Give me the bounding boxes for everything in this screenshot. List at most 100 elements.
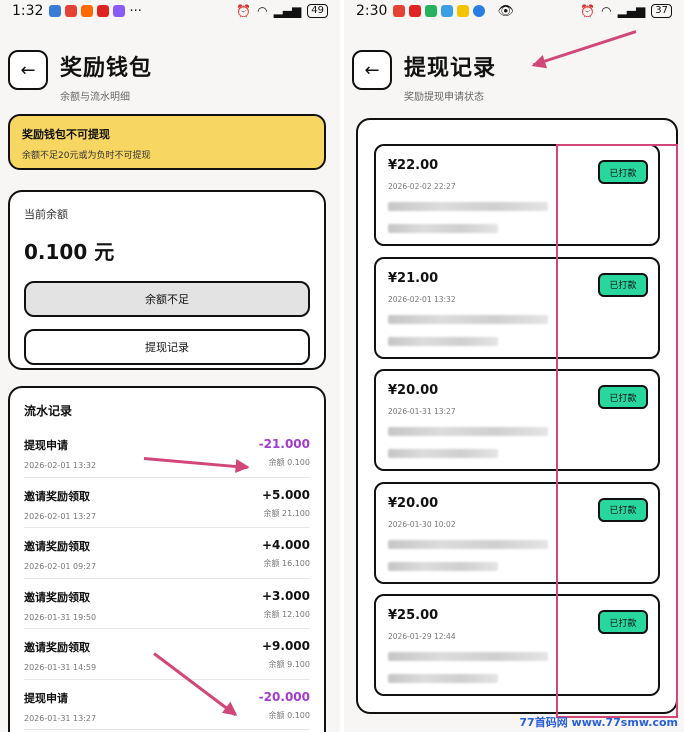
app-notification-icon (457, 5, 470, 17)
notification-icons: 👁 (393, 4, 514, 19)
transaction-name: 邀请奖励领取 (24, 489, 90, 503)
page-title: 奖励钱包 (60, 56, 153, 81)
page-subtitle: 奖励提现申请状态 (404, 92, 484, 103)
transaction-date: 2026-01-31 13:27 (24, 713, 97, 723)
transaction-date: 2026-02-01 13:32 (24, 461, 97, 470)
transaction-date: 2026-02-01 13:27 (24, 511, 97, 521)
transaction-amount: +4.000 (261, 538, 310, 552)
app-notification-icon (113, 5, 126, 17)
transaction-row: 邀请奖励领取 2026-02-01 13:27 +5.000 余额 21.100 (24, 478, 310, 528)
signal-icon: ▂▄▆ (617, 4, 646, 18)
record-date: 2026-01-31 13:27 (388, 407, 456, 416)
record-date: 2026-02-02 22:27 (388, 182, 456, 191)
transaction-date: 2026-02-01 09:27 (24, 562, 97, 571)
transaction-balance: 余额 12.100 (263, 609, 310, 619)
system-status: ⏰ ◠ ▂▄▆ 37 (580, 4, 672, 18)
record-date: 2026-01-30 10:02 (388, 519, 456, 529)
signal-icon: ▂▄▆ (273, 4, 302, 18)
back-button[interactable]: ← (8, 50, 48, 90)
alarm-icon: ⏰ (236, 4, 252, 18)
status-bar: 1:32 ··· ⏰ ◠ ▂▄▆ 49 (0, 0, 340, 22)
app-notification-icon (97, 5, 110, 17)
withdraw-records-button[interactable]: 提现记录 (24, 329, 310, 365)
record-amount: ¥20.00 (388, 383, 439, 398)
transaction-row: 提现申请 2026-01-31 13:27 -20.000 余额 0.100 (24, 680, 310, 730)
transaction-amount: -21.000 (258, 437, 310, 451)
back-button[interactable]: ← (352, 50, 392, 90)
insufficient-balance-button[interactable]: 余额不足 (24, 281, 310, 317)
warning-title: 奖励钱包不可提现 (22, 128, 110, 141)
record-amount: ¥22.00 (388, 158, 439, 173)
battery-icon: 37 (651, 4, 672, 18)
transaction-name: 邀请奖励领取 (24, 641, 90, 654)
arrow-left-icon: ← (20, 59, 36, 81)
app-notification-icon (473, 5, 486, 17)
record-amount: ¥21.00 (388, 270, 439, 286)
transaction-row: 邀请奖励领取 2026-02-01 09:27 +4.000 余额 16.100 (24, 528, 310, 579)
redacted-info (388, 202, 548, 211)
app-notification-icon (49, 5, 62, 17)
system-status: ⏰ ◠ ▂▄▆ 49 (236, 4, 328, 18)
redacted-info (388, 314, 548, 324)
battery-icon: 49 (307, 4, 328, 18)
transaction-amount: +3.000 (261, 588, 310, 603)
app-notification-icon (393, 5, 406, 17)
redacted-info (388, 561, 498, 571)
wifi-icon: ◠ (601, 4, 612, 18)
transaction-name: 邀请奖励领取 (24, 540, 90, 553)
redacted-info (388, 336, 498, 346)
withdraw-warning-banner: 奖励钱包不可提现 余额不足20元或为负时不可提现 (8, 114, 326, 170)
transaction-list-title: 流水记录 (24, 404, 73, 418)
status-time: 1:32 (12, 3, 44, 19)
transaction-date: 2026-01-31 19:50 (24, 612, 97, 622)
site-watermark: 77首码网 www.77smw.com (519, 716, 678, 729)
arrow-left-icon: ← (364, 59, 380, 81)
transaction-amount: +5.000 (261, 487, 310, 502)
record-date: 2026-02-01 13:32 (388, 294, 456, 304)
transaction-row: 提现申请 2026-02-01 13:32 -21.000 余额 0.100 (24, 427, 310, 478)
status-column-highlight (556, 144, 678, 718)
app-notification-icon (441, 5, 454, 17)
transaction-list-card: 流水记录 提现申请 2026-02-01 13:32 -21.000 余额 0.100… (8, 386, 326, 732)
redacted-info (388, 449, 498, 458)
status-bar: 2:30 👁 ⏰ ◠ ▂▄▆ 37 (344, 0, 684, 22)
redacted-info (388, 652, 548, 661)
record-amount: ¥25.00 (388, 608, 439, 623)
wifi-icon: ◠ (257, 4, 268, 18)
page-header: ← 奖励钱包 余额与流水明细 (8, 50, 332, 103)
transaction-balance: 余额 9.100 (268, 660, 310, 669)
record-date: 2026-01-29 12:44 (388, 632, 456, 641)
app-notification-icon (81, 5, 94, 17)
app-notification-icon (409, 5, 422, 17)
redacted-info (388, 427, 548, 436)
more-notifications-icon: ··· (129, 3, 142, 19)
balance-card: 当前余额 0.100 元 余额不足 提现记录 (8, 190, 326, 370)
record-amount: ¥20.00 (388, 495, 439, 511)
alarm-icon: ⏰ (580, 4, 596, 18)
notification-icons: ··· (49, 3, 142, 19)
transaction-name: 提现申请 (24, 691, 68, 705)
redacted-info (388, 674, 498, 683)
app-notification-icon (425, 5, 438, 17)
transaction-name: 邀请奖励领取 (24, 590, 90, 604)
status-time: 2:30 (356, 3, 388, 19)
transaction-row: 邀请奖励领取 2026-01-31 14:59 +9.000 余额 9.100 (24, 629, 310, 680)
transaction-balance: 余额 0.100 (268, 710, 310, 720)
redacted-info (388, 224, 498, 233)
transaction-amount: -20.000 (258, 689, 310, 704)
page-subtitle: 余额与流水明细 (60, 92, 130, 103)
app-notification-icon (65, 5, 78, 17)
transaction-balance: 余额 16.100 (263, 559, 310, 568)
transaction-date: 2026-01-31 14:59 (24, 663, 97, 672)
transaction-balance: 余额 0.100 (268, 458, 310, 467)
transaction-name: 提现申请 (24, 439, 68, 452)
balance-label: 当前余额 (24, 208, 68, 221)
wallet-screen: 1:32 ··· ⏰ ◠ ▂▄▆ 49 ← 奖励钱包 余额与流水明细 奖励钱包不… (0, 0, 340, 732)
balance-amount: 0.100 元 (24, 240, 115, 264)
page-title: 提现记录 (404, 56, 497, 81)
eye-icon: 👁 (497, 3, 514, 19)
warning-description: 余额不足20元或为负时不可提现 (22, 151, 151, 161)
transaction-amount: +9.000 (261, 639, 310, 653)
transaction-balance: 余额 21.100 (263, 508, 310, 518)
redacted-info (388, 539, 548, 549)
